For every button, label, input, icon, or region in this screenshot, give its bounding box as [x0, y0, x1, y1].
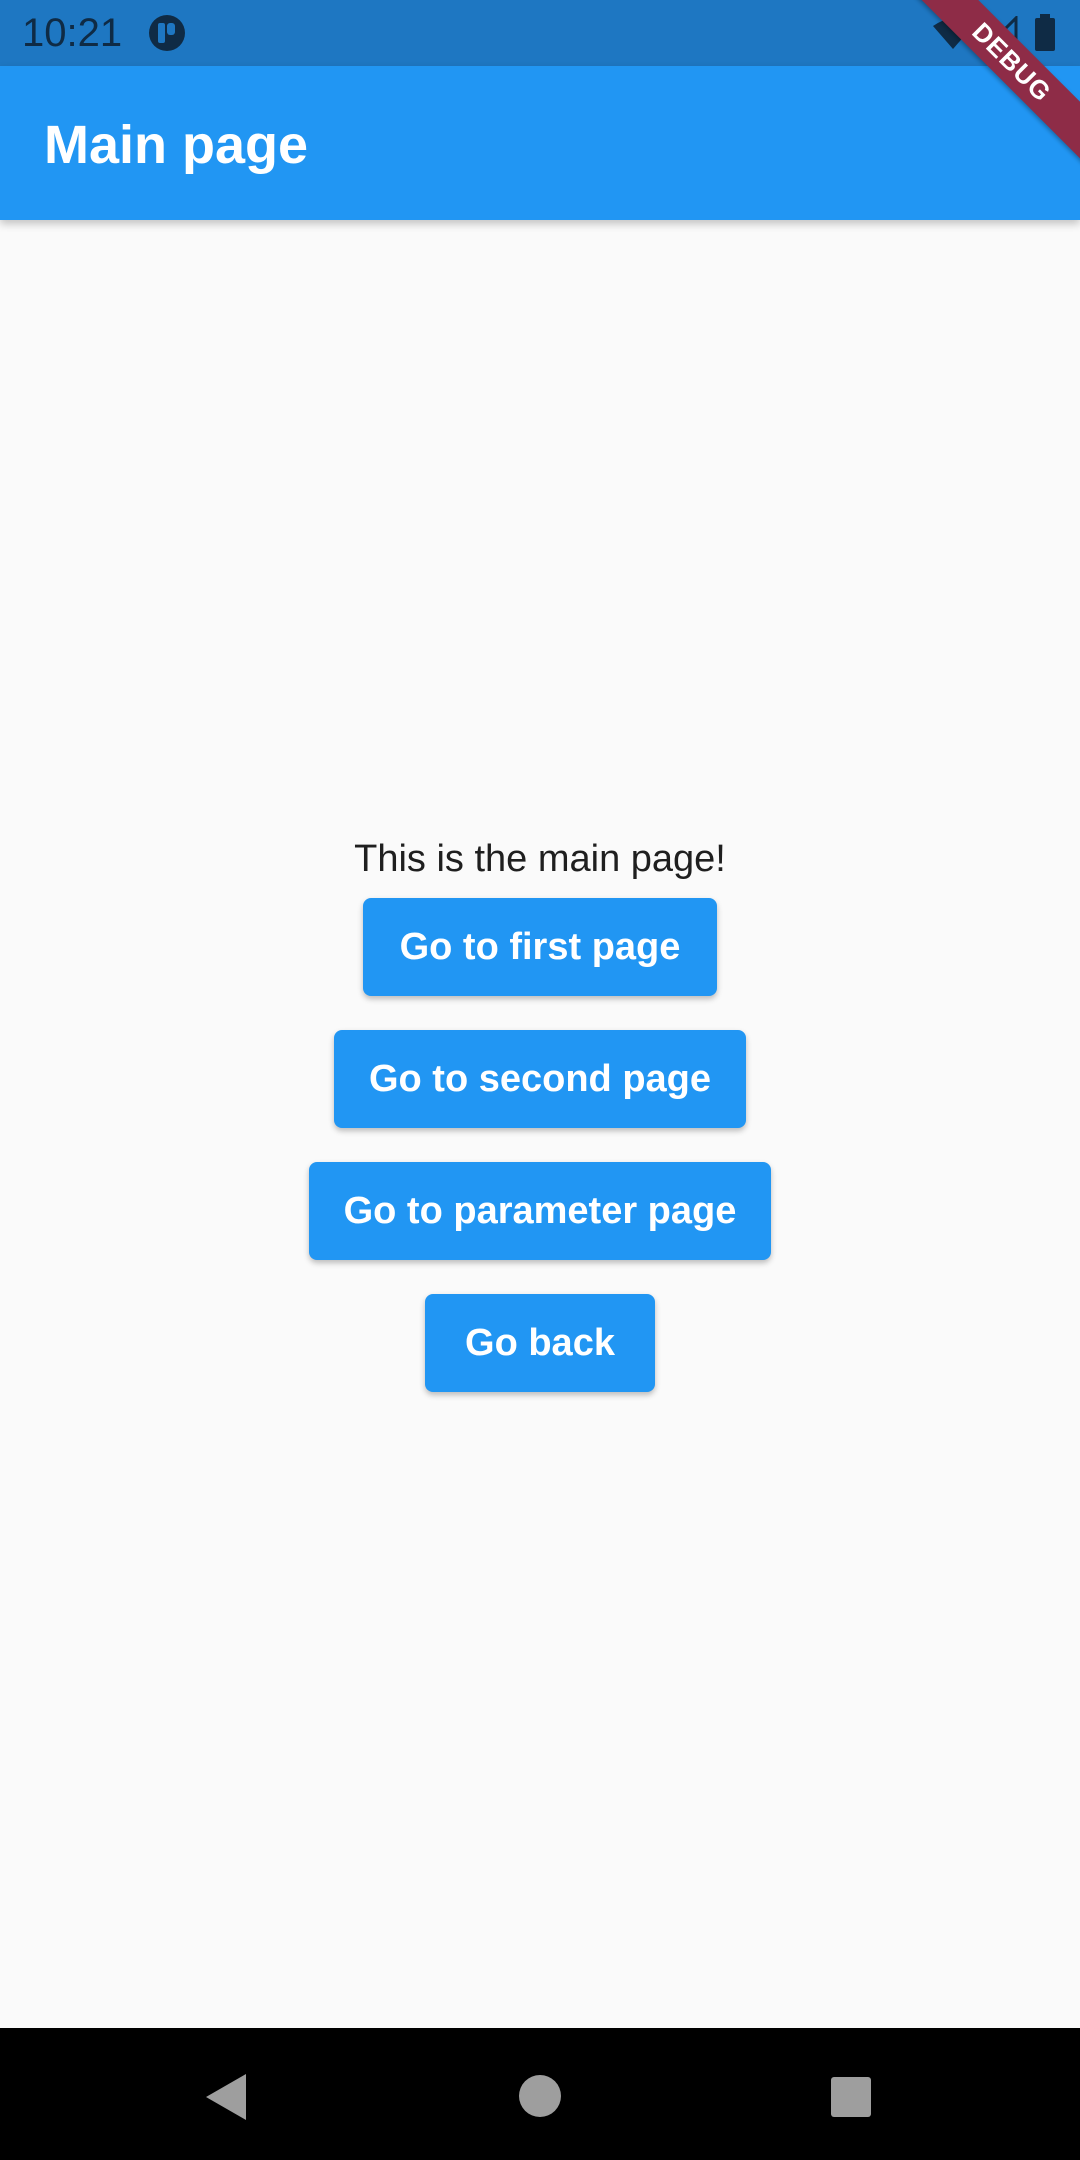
main-message: This is the main page!	[354, 838, 726, 880]
status-time: 10:21	[22, 11, 123, 55]
recents-icon[interactable]	[830, 2076, 872, 2118]
page-title: Main page	[44, 115, 309, 175]
main-content: This is the main page! Go to first page …	[0, 220, 1080, 2028]
system-nav-bar	[0, 2028, 1080, 2160]
go-to-parameter-page-button[interactable]: Go to parameter page	[309, 1162, 771, 1260]
battery-icon	[1035, 14, 1055, 51]
go-back-button[interactable]: Go back	[425, 1294, 655, 1392]
home-icon[interactable]	[518, 2074, 562, 2118]
status-bar: 10:21	[0, 0, 1080, 66]
app-bar: Main page	[0, 66, 1080, 220]
app-notification-icon	[149, 15, 185, 51]
go-to-first-page-button[interactable]: Go to first page	[363, 898, 717, 996]
go-to-second-page-button[interactable]: Go to second page	[334, 1030, 746, 1128]
back-icon[interactable]	[204, 2072, 248, 2122]
